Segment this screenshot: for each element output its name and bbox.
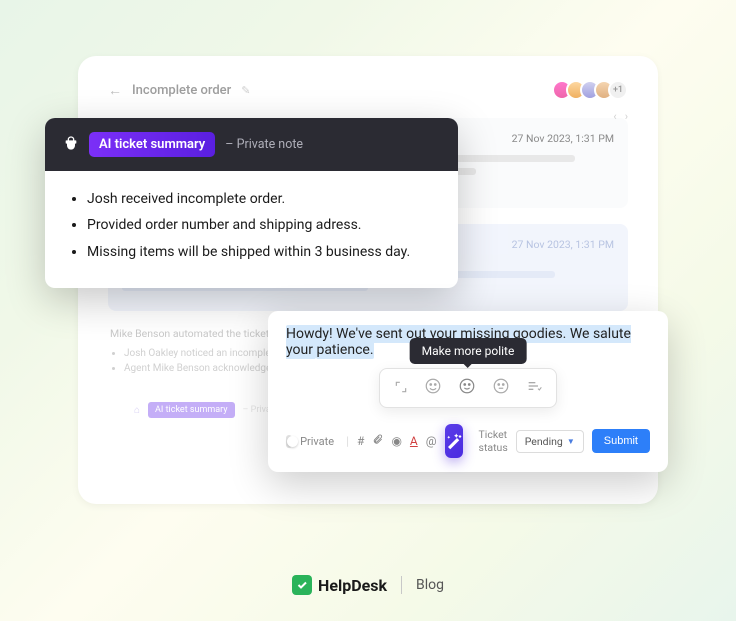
page-title: Incomplete order (132, 83, 231, 98)
summary-item: Josh received incomplete order. (87, 189, 434, 209)
chevron-down-icon: ▼ (567, 437, 575, 446)
nav-chevrons: ‹ › (613, 110, 628, 123)
ticket-status-label: Ticket status (479, 428, 508, 454)
private-toggle[interactable] (286, 435, 292, 448)
status-value: Pending (525, 435, 563, 448)
logo-mark-icon (292, 575, 312, 595)
highlighted-text: patience. (316, 341, 373, 359)
tone-formal-icon[interactable] (492, 377, 510, 399)
private-label: Private (300, 435, 334, 448)
divider (401, 576, 402, 594)
footer-section: Blog (416, 577, 444, 593)
summary-header: AI ticket summary – Private note (45, 118, 458, 171)
status-dropdown[interactable]: Pending ▼ (516, 430, 584, 453)
chevron-right-icon[interactable]: › (625, 110, 628, 123)
avatars[interactable]: +1 (552, 80, 628, 100)
text-color-icon[interactable]: A (410, 434, 418, 448)
submit-button[interactable]: Submit (592, 429, 650, 453)
footer: HelpDesk Blog (0, 575, 736, 595)
summary-item: Missing items will be shipped within 3 b… (87, 242, 434, 262)
ai-badge-small: AI ticket summary (148, 402, 235, 418)
panel-header: ← Incomplete order ✎ +1 (108, 80, 628, 100)
compose-card: Howdy! We've sent out your missing goodi… (268, 311, 668, 472)
brand-logo[interactable]: HelpDesk (292, 575, 387, 595)
tone-picker (379, 368, 557, 408)
ai-summary-badge: AI ticket summary (89, 132, 215, 157)
summarize-icon[interactable] (526, 378, 542, 398)
tone-picker-row: Make more polite (286, 368, 650, 408)
expand-icon[interactable] (394, 379, 408, 398)
tone-tooltip: Make more polite (410, 338, 527, 364)
ai-summary-card: AI ticket summary – Private note Josh re… (45, 118, 458, 288)
hash-icon[interactable]: # (357, 434, 364, 448)
tone-happy-icon[interactable] (424, 377, 442, 399)
compose-toolbar: Private | # ◉ A @ Ticket status Pending … (286, 424, 650, 458)
back-arrow-icon[interactable]: ← (108, 82, 122, 99)
avatar-more: +1 (608, 80, 628, 100)
agent-icon (63, 135, 79, 155)
edit-icon[interactable]: ✎ (241, 84, 250, 97)
timestamp: 27 Nov 2023, 1:31 PM (512, 238, 614, 251)
summary-item: Provided order number and shipping adres… (87, 215, 434, 235)
record-icon[interactable]: ◉ (391, 434, 401, 448)
attachment-icon[interactable] (372, 433, 383, 449)
brand-name: HelpDesk (318, 576, 387, 595)
private-note-label: – Private note (225, 137, 303, 152)
mention-icon[interactable]: @ (426, 434, 437, 448)
agent-icon: ⌂ (134, 405, 140, 416)
chevron-left-icon[interactable]: ‹ (613, 110, 616, 123)
ai-magic-button[interactable] (445, 424, 463, 458)
summary-body: Josh received incomplete order. Provided… (45, 171, 458, 288)
tone-neutral-icon[interactable] (458, 377, 476, 399)
